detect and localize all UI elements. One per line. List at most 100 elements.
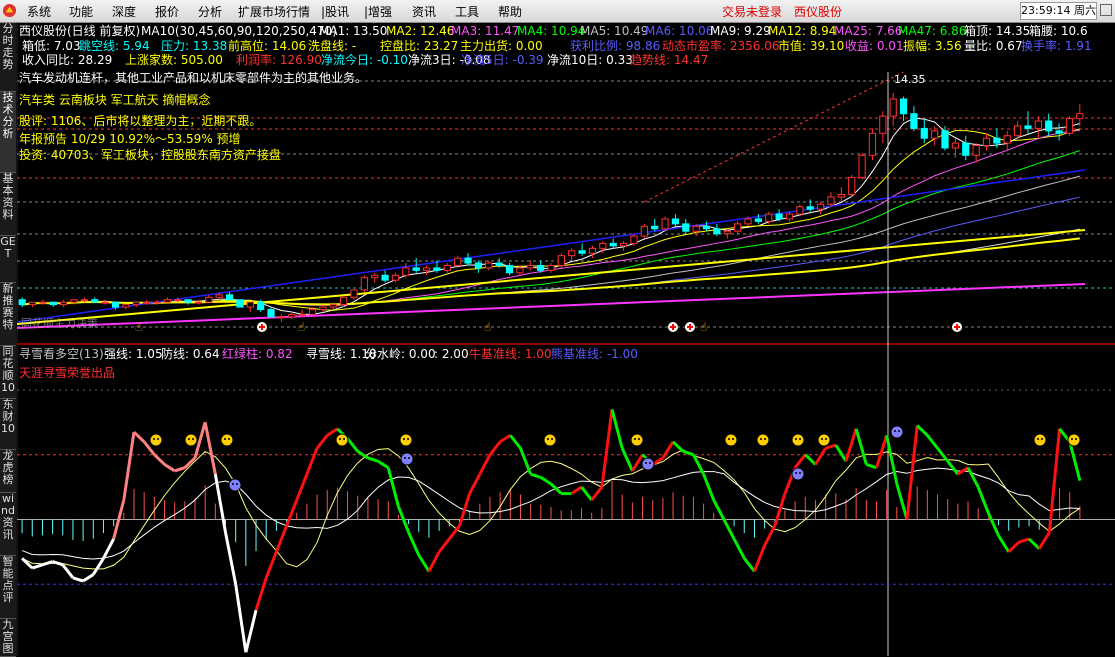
indicator-segment: [997, 534, 1010, 553]
indicator-segment: [468, 473, 482, 495]
candle-body: [920, 127, 928, 139]
bull-smiley-icon-eye: [821, 438, 823, 440]
menu-item-info[interactable]: 资讯: [412, 3, 436, 20]
candle-body: [765, 213, 773, 222]
tab-dragon-tiger-list[interactable]: 龙虎榜: [0, 450, 16, 493]
bull-smiley-icon-eye: [224, 438, 226, 440]
candle-body: [1003, 135, 1011, 144]
candle-body: [60, 301, 68, 306]
tab-get[interactable]: GET: [0, 236, 16, 283]
bull-smiley-icon-eye: [1071, 438, 1073, 440]
bull-smiley-icon: [724, 433, 738, 447]
ma3-value: MA3: 11.47: [451, 24, 520, 38]
tab-fundamentals[interactable]: 基本资料: [0, 173, 16, 236]
candle-body: [91, 299, 99, 303]
company-description: 汽车发动机连杆，其他工业产品和以机床零部件为主的其他业务。: [19, 71, 368, 85]
candle-body: [153, 301, 161, 304]
app-logo-icon: [2, 3, 17, 18]
tab-smart-review[interactable]: 智能点评: [0, 556, 16, 619]
indicator-segment: [753, 544, 766, 572]
candle-body: [1055, 130, 1063, 134]
trade-login-status[interactable]: 交易未登录: [722, 3, 782, 20]
indicator-segment: [326, 427, 339, 437]
indicator-segment: [732, 538, 746, 560]
candle-body: [806, 206, 814, 210]
candle-body: [205, 296, 213, 303]
menu-item-extended-market[interactable]: 扩展市场行情: [238, 3, 310, 20]
indicator-segment: [346, 437, 359, 453]
indicator-segment: [285, 499, 299, 527]
candle-body: [692, 225, 700, 232]
candle-body: [39, 301, 47, 304]
tab-label: 新推赛特: [2, 282, 14, 331]
bull-smiley-icon-eye: [728, 438, 730, 440]
menu-item-quote[interactable]: 报价: [155, 3, 179, 20]
bear-face-icon: [791, 467, 805, 481]
hand-icon: ☝: [298, 320, 305, 334]
bull-smiley-icon: [756, 433, 770, 447]
tab-label: 同花顺10: [1, 345, 15, 394]
bull-smiley-icon-eye: [343, 438, 345, 440]
candle-body: [49, 301, 57, 306]
tab-label: 基本资料: [2, 172, 14, 221]
candle-body: [371, 274, 379, 279]
bear-face-icon: [890, 425, 904, 439]
candle-body: [609, 242, 617, 247]
menu-item-enhance[interactable]: |增强: [364, 3, 392, 20]
bull-smiley-icon: [335, 433, 349, 447]
candle-body: [837, 193, 845, 198]
indicator-segment: [672, 440, 685, 453]
candle-body: [1045, 120, 1053, 132]
stat-amplitude: 振幅: 3.56: [903, 39, 962, 53]
bear-face-icon-eye: [795, 472, 797, 474]
candle-body: [70, 299, 78, 303]
tab-dongcai-10[interactable]: 东财10: [0, 399, 16, 450]
tab-new-tui-saite[interactable]: 新推赛特: [0, 283, 16, 346]
candle-body: [464, 257, 472, 264]
ma-long-line: [17, 229, 1086, 325]
tab-tonghuashun-10[interactable]: 同花顺10: [0, 346, 16, 399]
stat-main-sell: 主力出货: 0.00: [460, 39, 543, 53]
candle-body: [547, 264, 555, 271]
menu-item-function[interactable]: 功能: [69, 3, 93, 20]
indicator-segment: [549, 482, 563, 495]
tab-intraday[interactable]: 分时走势: [0, 23, 16, 92]
bear-face-icon-eye: [645, 462, 647, 464]
tab-label: 九宫图: [2, 618, 14, 655]
menu-item-system[interactable]: 系统: [27, 3, 51, 20]
indicator-segment: [122, 431, 136, 501]
tab-technical-analysis[interactable]: 技术分析: [0, 92, 16, 173]
tab-nine-grid[interactable]: 九宫图: [0, 619, 16, 657]
stat-turnover: 换手率: 1.91: [1021, 39, 1092, 53]
candle-body: [412, 267, 420, 271]
candle-body: [993, 137, 1001, 144]
bear-face-icon-eye: [894, 430, 896, 432]
menu-item-help[interactable]: 帮助: [498, 3, 522, 20]
candle-body: [951, 142, 959, 149]
ma12-value: MA12: 8.94: [768, 24, 837, 38]
candle-body: [474, 262, 483, 269]
indicator-extra: : 2.00: [434, 347, 469, 361]
indicator-segment: [153, 453, 166, 466]
hand-icon: ☝: [135, 320, 142, 334]
bull-smiley-icon-eye: [1075, 438, 1077, 440]
candle-body: [194, 301, 203, 304]
indicator-segment: [712, 499, 726, 521]
menu-item-tools[interactable]: 工具: [455, 3, 479, 20]
indicator-segment: [244, 609, 258, 653]
indicator-segment: [437, 538, 451, 553]
stat-netflow-today: 净流今日: -0.10: [321, 53, 408, 67]
ma6-value: MA6: 10.06: [645, 24, 714, 38]
candle-body: [744, 218, 752, 225]
candle-body: [868, 132, 877, 156]
menu-item-analysis[interactable]: 分析: [198, 3, 222, 20]
indicator-segment: [804, 453, 817, 466]
menu-item-depth[interactable]: 深度: [112, 3, 136, 20]
menu-item-stock-news[interactable]: |股讯: [321, 3, 349, 20]
bull-smiley-icon-eye: [153, 438, 155, 440]
candle-body: [454, 257, 462, 266]
indicator-segment: [936, 447, 949, 463]
candle-body: [215, 294, 223, 298]
window-control-button[interactable]: [1100, 4, 1112, 16]
tab-wind-info[interactable]: wind资讯: [0, 493, 16, 556]
